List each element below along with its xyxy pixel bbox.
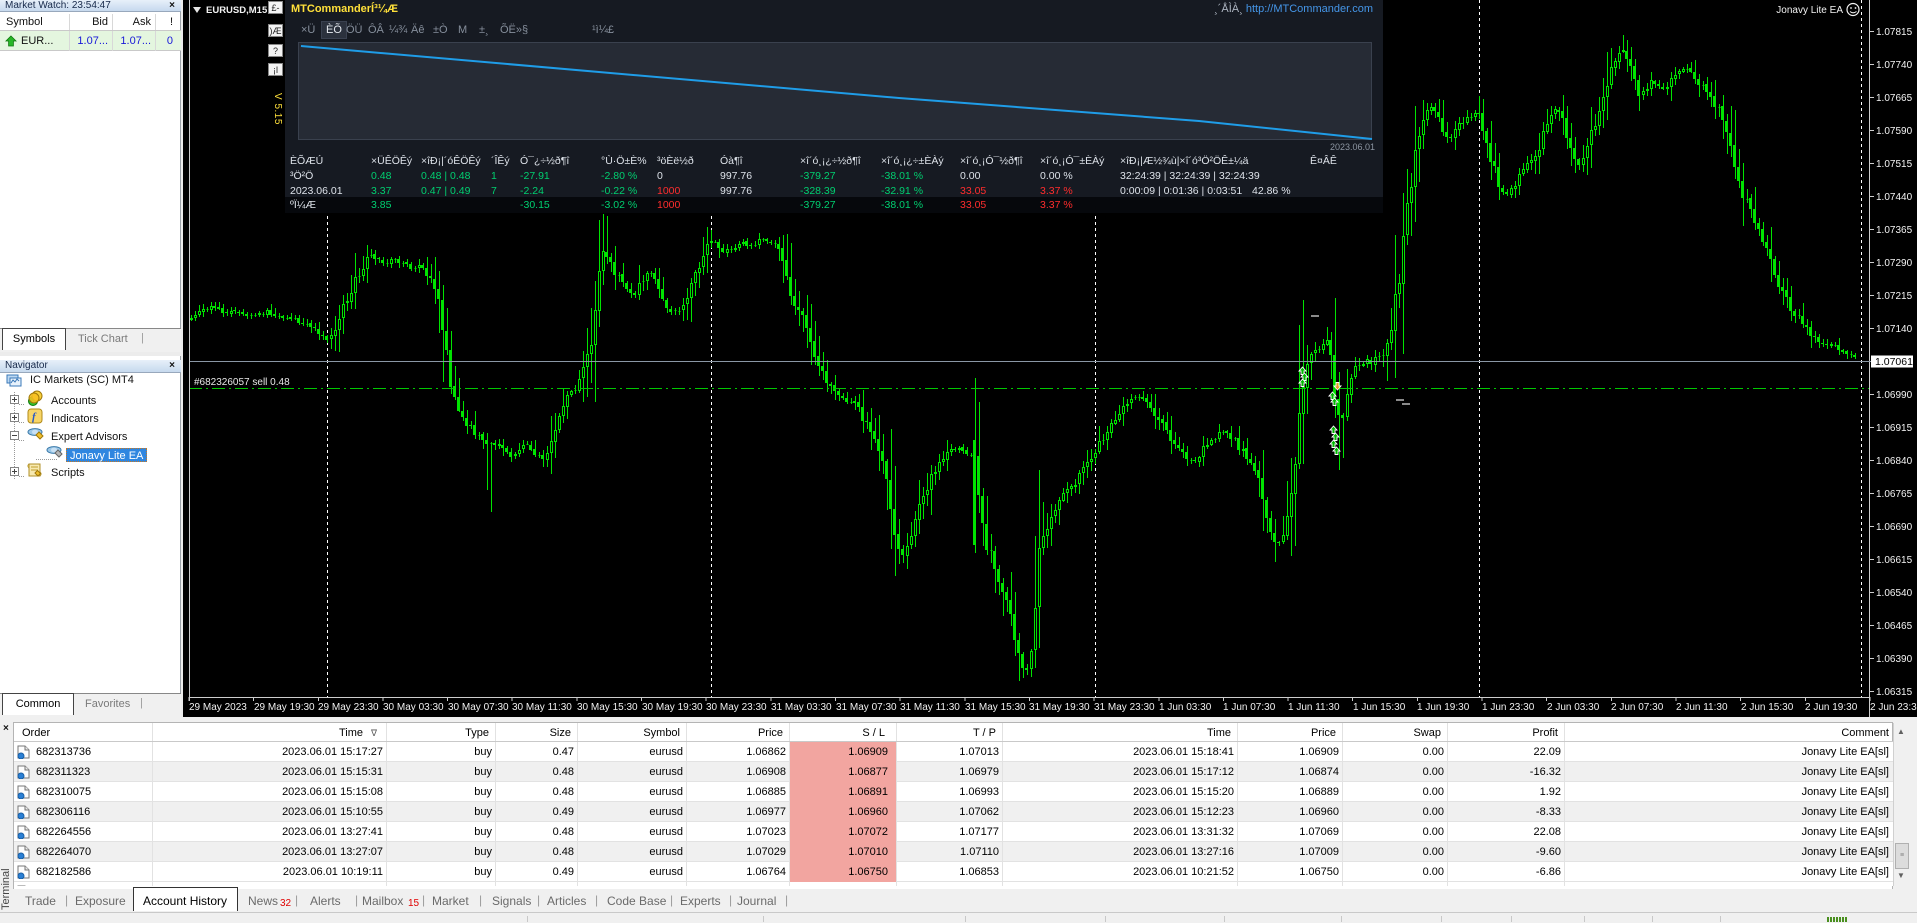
svg-text:31 May 15:30: 31 May 15:30 [965, 702, 1026, 713]
svg-text:30 May 03:30: 30 May 03:30 [383, 702, 444, 713]
svg-text:2 Jun 19:30: 2 Jun 19:30 [1805, 702, 1858, 713]
svg-text:1.07515: 1.07515 [1876, 159, 1913, 170]
svg-text:1 Jun 11:30: 1 Jun 11:30 [1288, 702, 1340, 713]
svg-text:1.07215: 1.07215 [1876, 291, 1913, 302]
svg-text:1.06840: 1.06840 [1876, 456, 1913, 467]
svg-text:31 May 23:30: 31 May 23:30 [1094, 702, 1155, 713]
svg-text:#682326057 sell 0.48: #682326057 sell 0.48 [194, 377, 290, 388]
svg-text:1 Jun 15:30: 1 Jun 15:30 [1353, 702, 1406, 713]
svg-text:1 Jun 19:30: 1 Jun 19:30 [1417, 702, 1470, 713]
svg-text:1.07440: 1.07440 [1876, 192, 1913, 203]
svg-text:1.07740: 1.07740 [1876, 60, 1913, 71]
svg-text:29 May 2023: 29 May 2023 [189, 702, 247, 713]
svg-text:30 May 15:30: 30 May 15:30 [577, 702, 638, 713]
svg-text:1.06990: 1.06990 [1876, 390, 1913, 401]
svg-text:29 May 23:30: 29 May 23:30 [318, 702, 379, 713]
svg-text:31 May 03:30: 31 May 03:30 [771, 702, 832, 713]
svg-text:1 Jun 23:30: 1 Jun 23:30 [1482, 702, 1535, 713]
svg-text:1.06465: 1.06465 [1876, 621, 1913, 632]
svg-text:1 Jun 03:30: 1 Jun 03:30 [1159, 702, 1212, 713]
svg-text:EURUSD,M15: EURUSD,M15 [206, 5, 268, 16]
svg-text:1.07590: 1.07590 [1876, 126, 1913, 137]
svg-text:1.07815: 1.07815 [1876, 27, 1913, 38]
svg-text:2 Jun 07:30: 2 Jun 07:30 [1611, 702, 1664, 713]
svg-text:2 Jun 15:30: 2 Jun 15:30 [1741, 702, 1794, 713]
svg-text:31 May 19:30: 31 May 19:30 [1029, 702, 1090, 713]
svg-text:1.06315: 1.06315 [1876, 687, 1913, 698]
svg-text:1.07290: 1.07290 [1876, 258, 1913, 269]
svg-text:30 May 23:30: 30 May 23:30 [706, 702, 767, 713]
svg-text:1.07365: 1.07365 [1876, 225, 1913, 236]
svg-text:1.06540: 1.06540 [1876, 588, 1913, 599]
svg-text:2 Jun 03:30: 2 Jun 03:30 [1547, 702, 1600, 713]
svg-text:1.06390: 1.06390 [1876, 654, 1913, 665]
svg-text:1.07140: 1.07140 [1876, 324, 1913, 335]
svg-text:30 May 11:30: 30 May 11:30 [512, 702, 572, 713]
svg-text:1.07061: 1.07061 [1875, 356, 1913, 368]
svg-text:1.06765: 1.06765 [1876, 489, 1913, 500]
svg-text:2 Jun 23:30: 2 Jun 23:30 [1870, 702, 1917, 713]
svg-text:30 May 07:30: 30 May 07:30 [448, 702, 509, 713]
svg-text:1.06615: 1.06615 [1876, 555, 1913, 566]
svg-text:2 Jun 11:30: 2 Jun 11:30 [1676, 702, 1728, 713]
svg-text:Jonavy Lite EA: Jonavy Lite EA [1776, 5, 1843, 16]
svg-text:29 May 19:30: 29 May 19:30 [254, 702, 315, 713]
svg-text:1 Jun 07:30: 1 Jun 07:30 [1223, 702, 1276, 713]
svg-text:30 May 19:30: 30 May 19:30 [642, 702, 703, 713]
svg-text:1.06915: 1.06915 [1876, 423, 1913, 434]
svg-text:31 May 07:30: 31 May 07:30 [836, 702, 897, 713]
svg-text:1.06690: 1.06690 [1876, 522, 1913, 533]
svg-text:31 May 11:30: 31 May 11:30 [900, 702, 960, 713]
svg-text:1.07665: 1.07665 [1876, 93, 1913, 104]
